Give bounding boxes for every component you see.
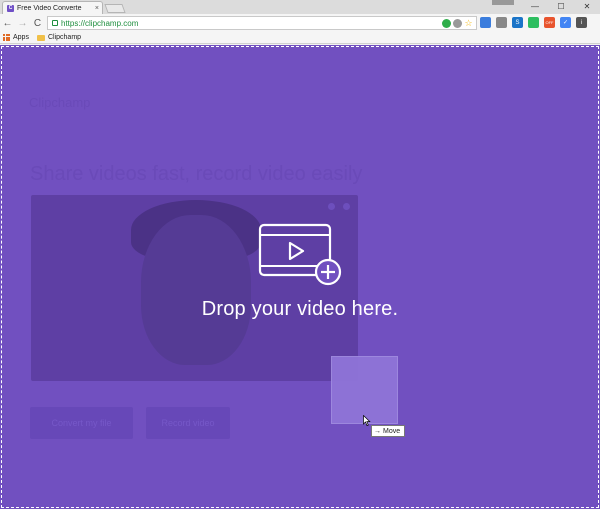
bookmark-star-icon[interactable]: ☆ bbox=[464, 18, 473, 28]
bookmark-label: Clipchamp bbox=[47, 34, 82, 41]
browser-tab[interactable]: C Free Video Converte × bbox=[2, 1, 103, 14]
browser-toolbar: ← → C https://clipchamp.com ☆ S OFF ✓ i bbox=[0, 14, 600, 32]
maximize-button[interactable]: ☐ bbox=[548, 0, 574, 13]
move-arrow-icon: → bbox=[374, 427, 381, 435]
drop-instruction: Drop your video here. bbox=[201, 298, 399, 320]
address-bar[interactable]: https://clipchamp.com ☆ bbox=[47, 16, 477, 30]
check-extension-icon[interactable]: ✓ bbox=[560, 17, 571, 28]
close-window-button[interactable]: ✕ bbox=[574, 0, 600, 13]
profile-indicator bbox=[492, 0, 514, 5]
minimize-button[interactable]: — bbox=[522, 0, 548, 13]
forward-button[interactable]: → bbox=[15, 16, 30, 31]
clipchamp-favicon-icon: C bbox=[7, 4, 14, 12]
tab-strip: C Free Video Converte × — ☐ ✕ bbox=[0, 0, 600, 14]
shield-extension-icon[interactable] bbox=[480, 17, 491, 28]
cursor-arrow-icon bbox=[363, 415, 371, 426]
drag-ghost-file bbox=[331, 356, 398, 424]
back-button[interactable]: ← bbox=[0, 16, 15, 31]
drag-move-tooltip: → Move bbox=[371, 425, 406, 437]
omnibox-icons: ☆ bbox=[442, 18, 476, 28]
page-content: Clipchamp Share videos fast, record vide… bbox=[0, 45, 600, 509]
bookmark-label: Apps bbox=[13, 34, 29, 41]
link-icon[interactable] bbox=[453, 18, 462, 28]
off-extension-icon[interactable]: OFF bbox=[544, 17, 555, 28]
evernote-extension-icon[interactable] bbox=[528, 17, 539, 28]
extension-icons: S OFF ✓ i bbox=[480, 17, 587, 28]
bookmark-clipchamp[interactable]: Clipchamp bbox=[36, 34, 82, 41]
refresh-green-icon[interactable] bbox=[442, 18, 451, 28]
info-extension-icon[interactable]: i bbox=[576, 17, 587, 28]
lock-icon bbox=[52, 20, 58, 26]
ext-gray-icon[interactable] bbox=[496, 17, 507, 28]
skype-extension-icon[interactable]: S bbox=[512, 17, 523, 28]
folder-icon bbox=[36, 34, 45, 41]
url-text: https://clipchamp.com bbox=[61, 18, 139, 28]
tab-title: Free Video Converte bbox=[17, 4, 82, 12]
bookmarks-bar: Apps Clipchamp bbox=[0, 32, 600, 44]
apps-grid-icon bbox=[3, 34, 10, 41]
move-label: Move bbox=[383, 427, 401, 435]
reload-button[interactable]: C bbox=[30, 16, 45, 31]
bookmark-apps[interactable]: Apps bbox=[3, 34, 29, 41]
window-controls: — ☐ ✕ bbox=[522, 0, 600, 13]
new-tab-button[interactable] bbox=[104, 4, 126, 13]
tab-close-icon[interactable]: × bbox=[95, 5, 99, 12]
video-add-icon bbox=[258, 223, 342, 286]
